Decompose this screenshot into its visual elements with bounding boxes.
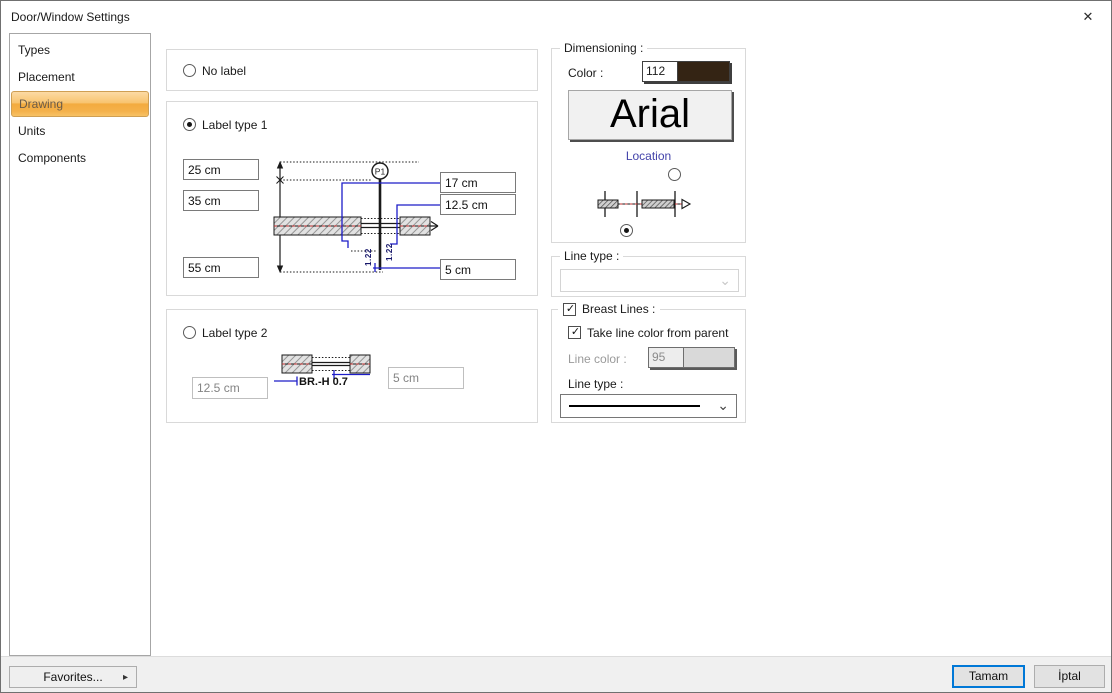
color-number: 112 xyxy=(643,62,678,81)
dim-input-left-2[interactable] xyxy=(183,190,259,211)
dim-input-right-3[interactable] xyxy=(440,259,516,280)
group-breast-lines: ✓ Breast Lines : ✓ Take line color from … xyxy=(551,302,746,423)
arrow-right-icon: ▸ xyxy=(122,672,128,683)
sidebar-item-units[interactable]: Units xyxy=(11,118,149,145)
diagram-dim-text-2: 1.22 xyxy=(385,243,394,261)
line-style-preview xyxy=(569,405,700,407)
breast-line-color-picker[interactable]: 95 xyxy=(648,347,735,368)
settings-nav: Types Placement Drawing Units Components xyxy=(9,33,151,656)
favorites-button[interactable]: Favorites... ▸ xyxy=(9,666,137,688)
type2-diagram-text: BR.-H 0.7 xyxy=(299,376,348,388)
group-label-type-1: Label type 1 P1 xyxy=(166,101,538,296)
dimensioning-group-label: Dimensioning : xyxy=(560,41,648,55)
line-color-swatch[interactable] xyxy=(684,348,734,367)
check-icon: ✓ xyxy=(565,302,576,315)
check-icon: ✓ xyxy=(570,326,581,338)
group-no-label: No label xyxy=(166,49,538,91)
sidebar-item-components[interactable]: Components xyxy=(11,145,149,172)
dim-input-left-3[interactable] xyxy=(183,257,259,278)
location-above-radio[interactable] xyxy=(668,168,681,181)
chevron-down-icon: ⌄ xyxy=(717,397,729,413)
label-type-1-radio[interactable] xyxy=(183,118,196,131)
type2-input-left[interactable] xyxy=(192,377,268,399)
window-title: Door/Window Settings xyxy=(11,10,130,24)
group-line-type: Line type : ⌄ xyxy=(551,249,746,297)
dialog-door-window-settings: Door/Window Settings ✕ Types Placement D… xyxy=(0,0,1112,693)
dimension-line-type-select[interactable]: ⌄ xyxy=(560,269,739,292)
group-label-type-2: Label type 2 BR.-H 0.7 xyxy=(166,309,538,423)
cancel-button[interactable]: İptal xyxy=(1034,665,1105,688)
label-type-2-radio[interactable] xyxy=(183,326,196,339)
location-diagram xyxy=(597,191,692,217)
sidebar-item-placement[interactable]: Placement xyxy=(11,64,149,91)
group-dimensioning: Dimensioning : Color : 112 Arial Locatio… xyxy=(551,41,746,243)
line-color-label: Line color : xyxy=(568,352,627,366)
breast-lines-checkbox[interactable]: ✓ xyxy=(563,302,576,316)
dim-input-left-1[interactable] xyxy=(183,159,259,180)
color-swatch[interactable] xyxy=(678,62,729,81)
label-type-2-radio-label[interactable]: Label type 2 xyxy=(202,326,267,340)
sidebar-item-types[interactable]: Types xyxy=(11,37,149,64)
line-color-number: 95 xyxy=(649,348,684,367)
color-label: Color : xyxy=(568,66,604,80)
line-type-group-label: Line type : xyxy=(560,249,624,263)
location-label: Location xyxy=(625,149,672,163)
label-type-2-diagram: BR.-H 0.7 xyxy=(274,354,371,388)
no-label-radio-label[interactable]: No label xyxy=(202,64,246,78)
no-label-radio[interactable] xyxy=(183,64,196,77)
breast-line-type-label: Line type : xyxy=(568,377,624,391)
dim-input-right-1[interactable] xyxy=(440,172,516,193)
ok-button[interactable]: Tamam xyxy=(952,665,1025,688)
diagram-dim-text-1: 1.22 xyxy=(364,248,373,266)
take-line-color-checkbox[interactable]: ✓ xyxy=(568,326,581,339)
type2-input-right[interactable] xyxy=(388,367,464,389)
breast-line-type-select[interactable]: ⌄ xyxy=(560,394,737,418)
dim-input-right-2[interactable] xyxy=(440,194,516,215)
label-type-1-radio-label[interactable]: Label type 1 xyxy=(202,118,267,132)
sidebar-item-drawing[interactable]: Drawing xyxy=(11,91,149,117)
breast-lines-header: ✓ Breast Lines : xyxy=(558,302,661,316)
chevron-down-icon: ⌄ xyxy=(719,272,731,288)
close-icon[interactable]: ✕ xyxy=(1075,6,1101,28)
font-button[interactable]: Arial xyxy=(568,90,732,140)
dimension-color-picker[interactable]: 112 xyxy=(642,61,730,82)
take-line-color-label[interactable]: Take line color from parent xyxy=(587,326,728,340)
location-below-radio[interactable] xyxy=(620,224,633,237)
dialog-footer: Favorites... ▸ Tamam İptal xyxy=(1,656,1111,692)
breast-lines-label[interactable]: Breast Lines : xyxy=(582,302,655,316)
diagram-point-label: P1 xyxy=(375,167,386,177)
